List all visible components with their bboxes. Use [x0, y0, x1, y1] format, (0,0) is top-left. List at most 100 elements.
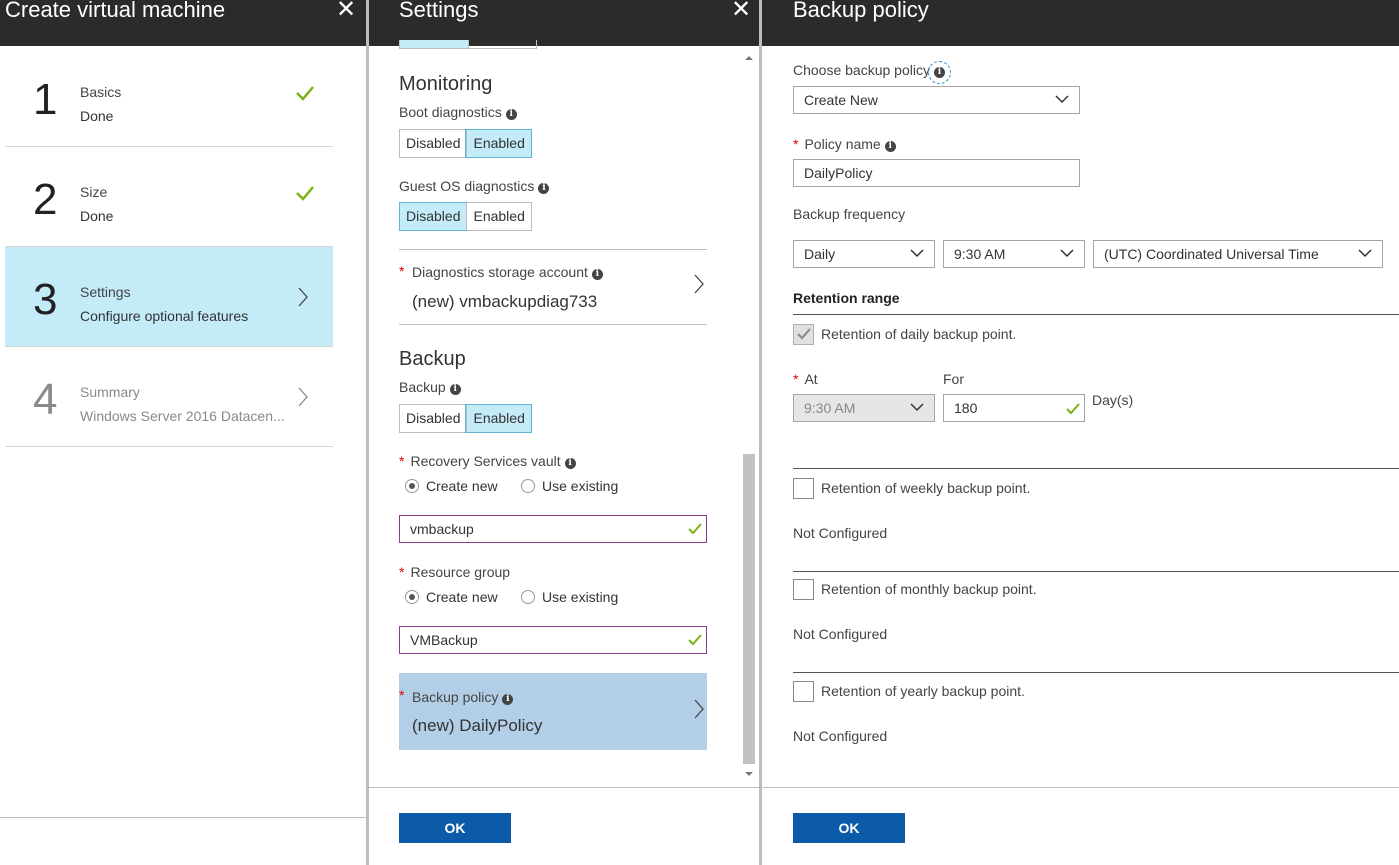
- yearly-retention-checkbox[interactable]: [793, 681, 814, 702]
- close-icon[interactable]: ✕: [731, 0, 751, 24]
- blade-header: Create virtual machine ✕: [0, 0, 366, 46]
- info-icon[interactable]: i: [564, 458, 576, 469]
- daily-retention-checkbox[interactable]: [793, 324, 814, 345]
- divider: [793, 571, 1399, 572]
- vault-create-new-radio[interactable]: Create new: [405, 478, 498, 494]
- diagnostics-storage-label: Diagnostics storage account i: [412, 264, 603, 280]
- step-name: Size: [80, 184, 108, 200]
- monthly-retention-checkbox[interactable]: [793, 579, 814, 600]
- vault-name-input[interactable]: vmbackup: [399, 515, 707, 543]
- resource-group-label: * Resource group: [399, 564, 511, 580]
- step-number: 2: [33, 175, 58, 224]
- vault-use-existing-radio[interactable]: Use existing: [521, 478, 618, 494]
- backup-toggle: Disabled Enabled: [399, 404, 532, 433]
- weekly-status: Not Configured: [793, 525, 888, 541]
- checkmark-icon: [797, 328, 811, 340]
- toggle-disabled[interactable]: Disabled: [400, 405, 466, 432]
- monitoring-heading: Monitoring: [399, 73, 493, 95]
- step-name: Basics: [80, 84, 122, 100]
- frequency-dropdown[interactable]: Daily: [793, 240, 935, 268]
- scroll-up-icon[interactable]: [741, 52, 757, 64]
- backup-policy-row[interactable]: * Backup policy i (new) DailyPolicy: [399, 673, 707, 750]
- info-icon[interactable]: i: [927, 61, 951, 84]
- blade-title: Settings: [399, 0, 479, 22]
- step-summary[interactable]: 4 Summary Windows Server 2016 Datacen...: [5, 347, 333, 447]
- toggle-enabled[interactable]: Enabled: [466, 203, 530, 230]
- chevron-right-icon: [298, 287, 308, 307]
- checkmark-icon: [296, 86, 314, 101]
- blade-header: Backup policy: [762, 0, 1399, 46]
- yearly-status: Not Configured: [793, 728, 888, 744]
- step-basics[interactable]: 1 Basics Done: [5, 47, 333, 147]
- guest-diagnostics-label: Guest OS diagnostics i: [399, 178, 550, 194]
- scroll-down-icon[interactable]: [741, 768, 757, 780]
- step-size[interactable]: 2 Size Done: [5, 147, 333, 247]
- info-icon[interactable]: i: [502, 694, 514, 705]
- info-icon[interactable]: i: [591, 269, 603, 280]
- policy-name-input[interactable]: DailyPolicy: [793, 159, 1080, 187]
- boot-diagnostics-toggle: Disabled Enabled: [399, 129, 532, 158]
- footer-divider: [369, 787, 759, 788]
- daily-at-dropdown: 9:30 AM: [793, 394, 935, 422]
- weekly-retention-label: Retention of weekly backup point.: [821, 480, 1031, 496]
- footer-divider: [762, 787, 1399, 788]
- policy-name-label: * Policy name i: [793, 136, 896, 152]
- backup-policy-blade: Backup policy Choose backup policy i Crea…: [762, 0, 1399, 865]
- step-number: 3: [33, 275, 58, 324]
- radio-dot: [405, 479, 419, 493]
- ok-button[interactable]: OK: [793, 813, 905, 843]
- rg-use-existing-radio[interactable]: Use existing: [521, 589, 618, 605]
- toggle-enabled[interactable]: Enabled: [465, 129, 532, 158]
- radio-dot: [521, 590, 535, 604]
- diagnostics-storage-row[interactable]: * Diagnostics storage account i (new) vmb…: [399, 250, 707, 324]
- at-label: * At: [793, 371, 818, 387]
- ok-button[interactable]: OK: [399, 813, 511, 843]
- step-status: Done: [80, 208, 114, 224]
- step-number: 1: [33, 75, 58, 124]
- info-icon[interactable]: i: [538, 183, 550, 194]
- monthly-status: Not Configured: [793, 626, 888, 642]
- close-icon[interactable]: ✕: [336, 0, 356, 24]
- blade-title: Create virtual machine: [5, 0, 226, 22]
- chevron-down-icon: [1055, 95, 1069, 104]
- chevron-right-icon: [298, 387, 308, 407]
- days-unit-label: Day(s): [1092, 392, 1134, 408]
- retention-range-heading: Retention range: [793, 290, 900, 306]
- create-vm-blade: Create virtual machine ✕ 1 Basics Done 2…: [0, 0, 366, 865]
- step-status: Configure optional features: [80, 308, 249, 324]
- checkmark-icon: [688, 634, 702, 646]
- info-icon[interactable]: i: [505, 109, 517, 120]
- weekly-retention-checkbox[interactable]: [793, 478, 814, 499]
- monthly-retention-label: Retention of monthly backup point.: [821, 581, 1037, 597]
- choose-policy-dropdown[interactable]: Create New: [793, 86, 1080, 114]
- step-name: Summary: [80, 384, 140, 400]
- divider: [399, 324, 707, 325]
- checkmark-icon: [296, 186, 314, 201]
- backup-policy-value: (new) DailyPolicy: [412, 716, 543, 735]
- step-status: Windows Server 2016 Datacen...: [80, 408, 285, 424]
- required-marker: *: [399, 263, 405, 279]
- time-dropdown[interactable]: 9:30 AM: [943, 240, 1085, 268]
- step-settings[interactable]: 3 Settings Configure optional features: [5, 247, 333, 347]
- chevron-right-icon: [694, 699, 704, 719]
- checkmark-icon: [688, 523, 702, 535]
- toggle-disabled[interactable]: Disabled: [400, 130, 466, 157]
- scrollbar-thumb[interactable]: [743, 454, 755, 764]
- timezone-dropdown[interactable]: (UTC) Coordinated Universal Time: [1093, 240, 1383, 268]
- toggle-enabled[interactable]: Enabled: [465, 404, 532, 433]
- info-icon[interactable]: i: [884, 141, 896, 152]
- backup-policy-label: Backup policy i: [412, 689, 514, 705]
- resource-group-input[interactable]: VMBackup: [399, 626, 707, 654]
- info-icon[interactable]: i: [449, 384, 461, 395]
- toggle-disabled[interactable]: Disabled: [398, 202, 468, 231]
- backup-frequency-label: Backup frequency: [793, 206, 906, 222]
- radio-dot: [521, 479, 535, 493]
- chevron-down-icon: [910, 403, 924, 412]
- daily-for-input[interactable]: 180: [943, 394, 1085, 422]
- scrollbar[interactable]: [741, 46, 757, 786]
- step-name: Settings: [80, 284, 131, 300]
- chevron-down-icon: [1060, 249, 1074, 258]
- checkmark-icon: [1066, 403, 1080, 415]
- rg-create-new-radio[interactable]: Create new: [405, 589, 498, 605]
- radio-dot: [405, 590, 419, 604]
